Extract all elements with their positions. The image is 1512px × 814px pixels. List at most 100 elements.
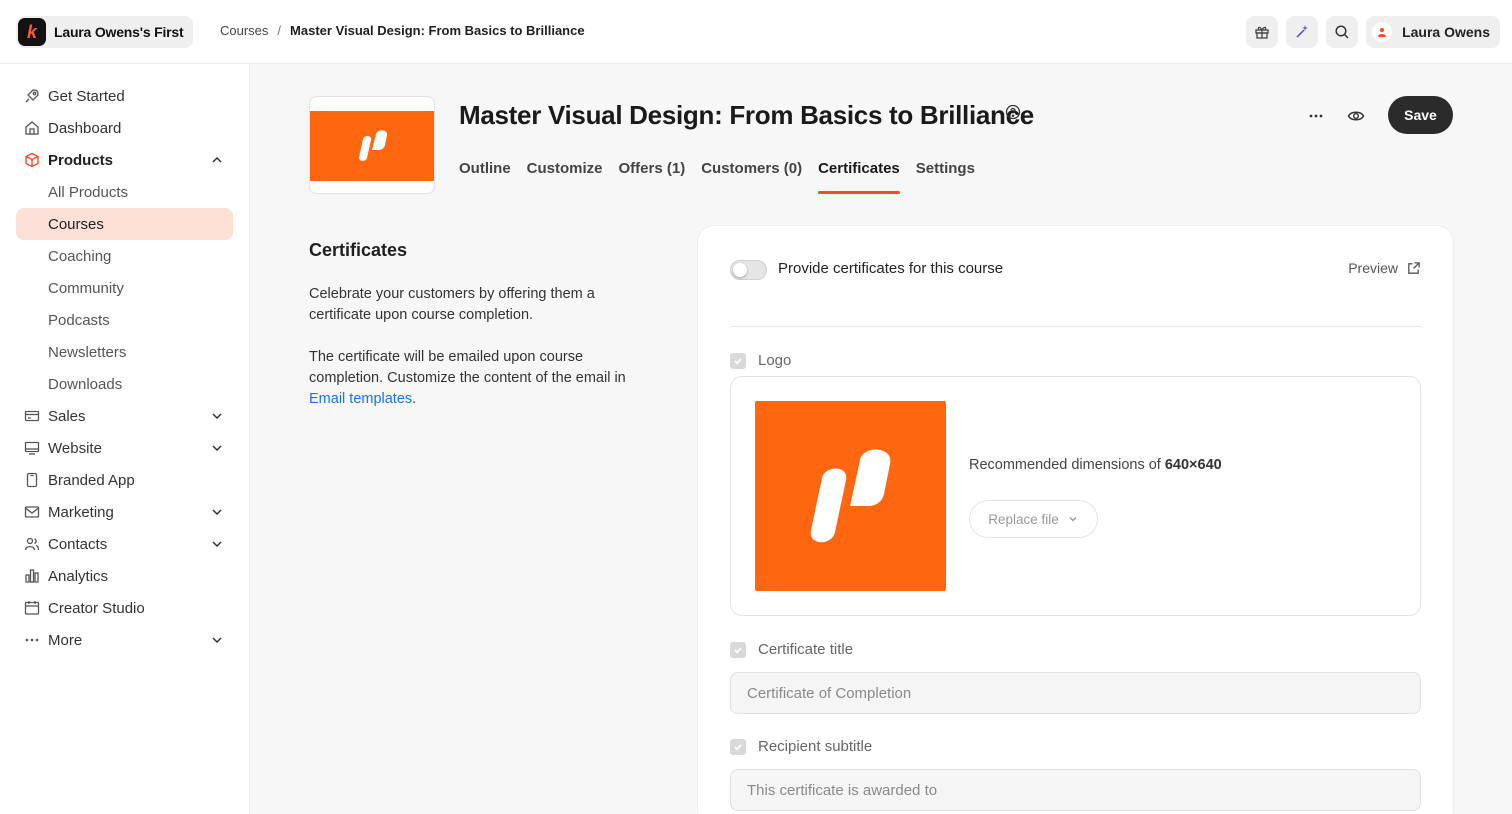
workspace-switcher[interactable]: k Laura Owens's First xyxy=(16,16,194,48)
certificate-settings-card: Provide certificates for this course Pre… xyxy=(698,226,1453,814)
chevron-up-icon xyxy=(212,156,222,163)
sidebar-item-label: Contacts xyxy=(48,535,108,553)
sidebar-item-more[interactable]: More xyxy=(16,624,233,656)
gift-button[interactable] xyxy=(1246,16,1279,48)
course-logo-icon xyxy=(358,130,388,161)
top-bar: k Laura Owens's First Courses / Master V… xyxy=(0,0,1512,64)
course-thumbnail[interactable] xyxy=(309,96,435,194)
certificate-preview-link[interactable]: Preview xyxy=(1348,260,1421,276)
breadcrumb-courses-link[interactable]: Courses xyxy=(220,23,268,38)
recipient-subtitle-checkbox[interactable] xyxy=(730,738,746,755)
logo-mark-icon xyxy=(810,449,890,543)
certificates-toggle-label: Provide certificates for this course xyxy=(778,260,1004,277)
sidebar-nav: Get Started Dashboard Products All Produ… xyxy=(16,80,233,656)
sidebar-item-label: Branded App xyxy=(48,471,135,489)
recommended-dimensions-value: 640×640 xyxy=(1164,457,1222,473)
more-options-button[interactable] xyxy=(1304,104,1328,128)
ai-assistant-button[interactable] xyxy=(1286,16,1319,48)
sidebar-item-label: Dashboard xyxy=(48,119,122,137)
recipient-subtitle-input[interactable] xyxy=(730,769,1421,811)
tab-offers[interactable]: Offers (1) xyxy=(619,160,686,194)
chevron-down-icon xyxy=(212,413,222,420)
tab-customize[interactable]: Customize xyxy=(527,160,603,194)
divider xyxy=(730,326,1421,327)
tab-outline[interactable]: Outline xyxy=(459,160,511,194)
dots-icon xyxy=(24,632,40,648)
sidebar-item-coaching[interactable]: Coaching xyxy=(16,240,233,272)
description-paragraph: Celebrate your customers by offering the… xyxy=(309,286,595,323)
chevron-down-icon xyxy=(212,509,222,516)
gift-icon xyxy=(1255,26,1269,39)
sidebar-item-newsletters[interactable]: Newsletters xyxy=(16,336,233,368)
preview-button[interactable] xyxy=(1344,104,1368,128)
check-icon xyxy=(734,646,742,654)
email-templates-link[interactable]: Email templates xyxy=(309,391,412,407)
course-tabs: Outline Customize Offers (1) Customers (… xyxy=(459,160,975,194)
more-horizontal-icon xyxy=(1309,114,1323,118)
sidebar-item-products[interactable]: Products xyxy=(16,144,233,176)
logo-checkbox[interactable] xyxy=(730,352,746,369)
tab-certificates[interactable]: Certificates xyxy=(818,160,900,194)
help-icon[interactable] xyxy=(1005,104,1021,120)
sidebar-item-label: Podcasts xyxy=(48,311,110,329)
sidebar-item-label: All Products xyxy=(48,183,129,201)
certificates-toggle[interactable] xyxy=(730,260,767,280)
logo-upload-box: Recommended dimensions of 640×640 Replac… xyxy=(730,376,1421,616)
brand-logo-icon: k xyxy=(18,18,46,46)
sidebar-item-label: Downloads xyxy=(48,375,123,393)
sidebar-item-courses[interactable]: Courses xyxy=(16,208,233,240)
calendar-icon xyxy=(24,600,40,616)
section-heading: Certificates xyxy=(309,240,408,260)
sidebar-item-sales[interactable]: Sales xyxy=(16,400,233,432)
sidebar-item-label: Coaching xyxy=(48,247,112,265)
course-thumbnail-image xyxy=(310,111,434,181)
certificate-title-checkbox-row[interactable]: Certificate title xyxy=(730,641,853,658)
sidebar-item-label: Products xyxy=(48,151,114,169)
sidebar-item-contacts[interactable]: Contacts xyxy=(16,528,233,560)
top-actions: Laura Owens xyxy=(1246,16,1500,48)
sidebar-item-get-started[interactable]: Get Started xyxy=(16,80,233,112)
bar-chart-icon xyxy=(24,568,40,584)
tab-settings[interactable]: Settings xyxy=(916,160,975,194)
sidebar-item-creator-studio[interactable]: Creator Studio xyxy=(16,592,233,624)
sidebar-item-label: Creator Studio xyxy=(48,599,145,617)
users-icon xyxy=(24,536,40,552)
sidebar-item-marketing[interactable]: Marketing xyxy=(16,496,233,528)
logo-checkbox-row[interactable]: Logo xyxy=(730,352,791,369)
magic-wand-icon xyxy=(1296,25,1309,38)
save-button[interactable]: Save xyxy=(1388,96,1453,134)
user-menu[interactable]: Laura Owens xyxy=(1366,16,1500,48)
user-icon xyxy=(1378,28,1387,37)
search-button[interactable] xyxy=(1326,16,1359,48)
certificate-title-input[interactable] xyxy=(730,672,1421,714)
tab-customers[interactable]: Customers (0) xyxy=(701,160,802,194)
preview-label: Preview xyxy=(1348,260,1398,276)
home-icon xyxy=(24,120,40,136)
eye-icon xyxy=(1347,111,1365,121)
logo-label: Logo xyxy=(758,352,792,369)
sidebar-item-analytics[interactable]: Analytics xyxy=(16,560,233,592)
certificate-title-checkbox[interactable] xyxy=(730,641,746,658)
page-title: Master Visual Design: From Basics to Bri… xyxy=(459,100,1034,130)
description-paragraph: The certificate will be emailed upon cou… xyxy=(309,347,654,410)
card-icon xyxy=(24,408,40,424)
certificate-title-label: Certificate title xyxy=(758,641,854,658)
sidebar-item-label: More xyxy=(48,631,83,649)
recipient-subtitle-label: Recipient subtitle xyxy=(758,738,873,755)
replace-file-button[interactable]: Replace file xyxy=(969,500,1098,538)
sidebar-item-community[interactable]: Community xyxy=(16,272,233,304)
sidebar-item-podcasts[interactable]: Podcasts xyxy=(16,304,233,336)
replace-file-label: Replace file xyxy=(988,511,1059,527)
sidebar-item-dashboard[interactable]: Dashboard xyxy=(16,112,233,144)
sidebar-item-all-products[interactable]: All Products xyxy=(16,176,233,208)
toggle-knob xyxy=(733,263,747,277)
sidebar-item-branded-app[interactable]: Branded App xyxy=(16,464,233,496)
workspace-name: Laura Owens's First xyxy=(54,24,184,40)
sidebar-item-label: Marketing xyxy=(48,503,114,521)
chevron-down-icon xyxy=(212,541,222,548)
phone-icon xyxy=(24,472,40,488)
sidebar-item-website[interactable]: Website xyxy=(16,432,233,464)
sidebar-item-downloads[interactable]: Downloads xyxy=(16,368,233,400)
recipient-subtitle-checkbox-row[interactable]: Recipient subtitle xyxy=(730,738,872,755)
check-icon xyxy=(734,743,742,751)
